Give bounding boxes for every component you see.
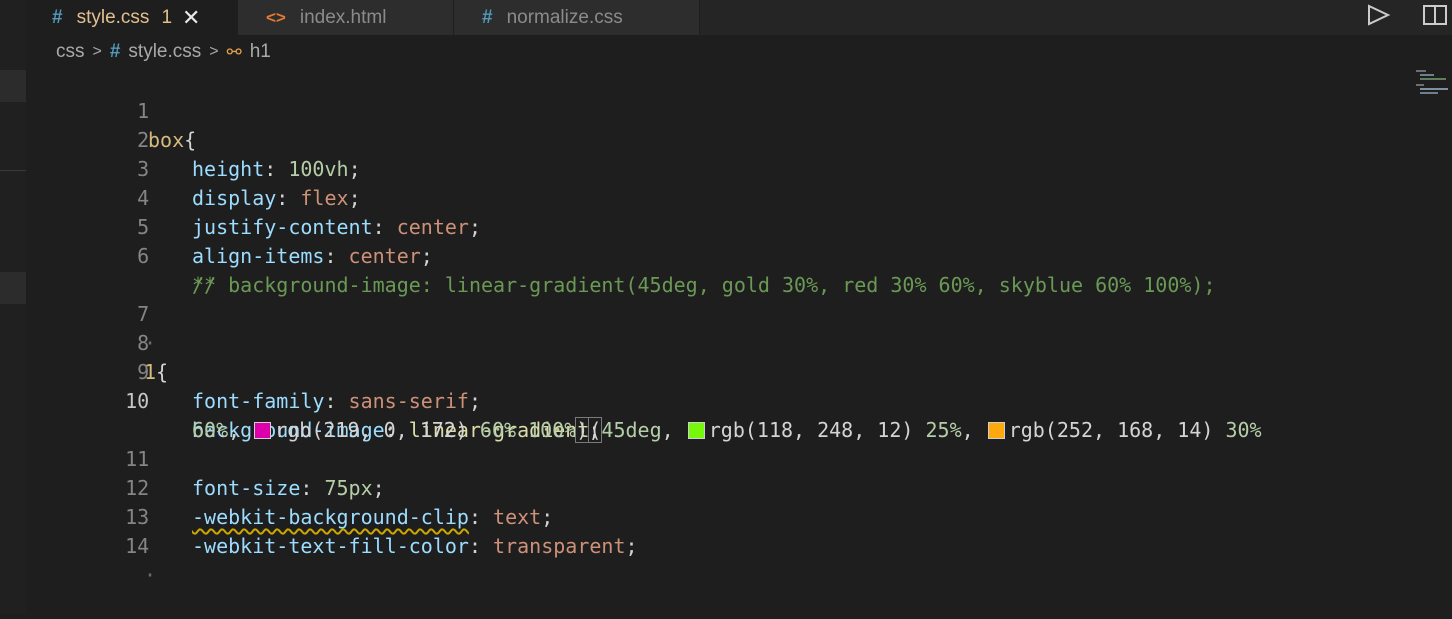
css-file-icon: # — [52, 6, 63, 28]
whitespace-dot: · — [144, 563, 157, 587]
html-file-icon: <> — [266, 7, 286, 27]
code-editor[interactable]: 1 box{ 2 height: 100vh; 3 display: flex;… — [26, 68, 1412, 613]
css-file-icon: # — [109, 41, 121, 62]
property: font-family — [192, 389, 325, 413]
value: text — [493, 505, 542, 529]
line-number: 2 — [137, 128, 150, 152]
value: sans-serif — [348, 389, 469, 413]
code-line: 2 height: 100vh; — [26, 97, 360, 181]
color-value: rgb(252, 168, 14) — [1008, 418, 1214, 442]
tab-style-css[interactable]: # style.css 1 ✕ — [26, 0, 238, 35]
css-file-icon: # — [482, 6, 493, 28]
line-number: 11 — [125, 447, 150, 471]
code-line: 1 box{ — [26, 68, 196, 152]
color-swatch[interactable] — [987, 422, 1005, 439]
code-line: 6 /* background-image: linear-gradient(4… — [26, 213, 1215, 297]
code-line: 12 -webkit-background-clip: text; — [26, 445, 553, 529]
code-line: 3 display: flex; — [26, 126, 360, 210]
code-line: 14 · — [26, 503, 156, 587]
minimap[interactable] — [1416, 68, 1448, 96]
chevron-right-icon: > — [92, 43, 102, 60]
chevron-right-icon: > — [209, 43, 219, 60]
value: 75px — [324, 476, 373, 500]
line-number: 13 — [125, 505, 150, 529]
property: font-size — [192, 476, 301, 500]
code-line-wrap: */ — [26, 242, 216, 297]
line-number: 5 — [137, 215, 150, 239]
selector: box — [148, 128, 185, 152]
code-line: 4 justify-content: center; — [26, 155, 481, 239]
line-number: 10 — [125, 389, 150, 413]
tab-label: normalize.css — [506, 6, 623, 28]
activity-bar — [0, 0, 26, 613]
property: align-items — [192, 244, 325, 268]
line-number: 6 — [137, 244, 150, 268]
value: transparent — [493, 534, 626, 558]
line-number: 12 — [125, 476, 150, 500]
code-line-current: 10 background-image: linear-gradient(45d… — [26, 358, 1262, 443]
activity-divider — [0, 170, 26, 171]
line-number: 3 — [137, 157, 150, 181]
activity-item-marker[interactable] — [0, 70, 26, 102]
property: justify-content — [192, 215, 373, 239]
color-value: rgb(118, 248, 12) — [708, 418, 914, 442]
value: 100vh — [288, 157, 349, 181]
tab-label: style.css — [76, 6, 150, 28]
split-editor-icon[interactable] — [1422, 0, 1448, 30]
property: -webkit-text-fill-color — [192, 534, 469, 558]
code-line: 11 font-size: 75px; — [26, 416, 385, 500]
line-number: 1 — [137, 99, 150, 123]
breadcrumb-file[interactable]: style.css — [128, 41, 201, 63]
activity-item-marker[interactable] — [0, 272, 26, 304]
code-line: 13 -webkit-text-fill-color: transparent; — [26, 474, 637, 558]
line-number: 14 — [125, 534, 150, 558]
breadcrumb: css > # style.css > ⚯ h1 — [56, 38, 271, 66]
value: center — [348, 244, 421, 268]
color-value: rgb(219, 0, 172) — [275, 418, 468, 442]
close-tab-icon[interactable]: ✕ — [182, 5, 200, 31]
symbol-icon: ⚯ — [226, 41, 242, 62]
tab-label: index.html — [299, 6, 387, 28]
code-line: 8 1{ — [26, 300, 168, 384]
code-line-wrap: 60%, rgb(219, 0, 172) 60% 100%); — [192, 417, 601, 443]
value: center — [396, 215, 469, 239]
code-line: 7 · — [26, 271, 156, 355]
comment-end: */ — [192, 273, 217, 297]
line-number: 4 — [137, 186, 150, 210]
bracket-match: ) — [575, 417, 590, 443]
property: display — [192, 186, 277, 210]
code-line: 9 font-family: sans-serif; — [26, 329, 481, 413]
tab-index-html[interactable]: <> index.html — [238, 0, 454, 35]
property: height — [192, 157, 265, 181]
line-number: 8 — [137, 331, 150, 355]
value: flex — [300, 186, 349, 210]
breadcrumb-symbol[interactable]: h1 — [250, 41, 271, 63]
tab-normalize-css[interactable]: # normalize.css — [454, 0, 700, 35]
brace: { — [184, 128, 197, 152]
brace: { — [156, 360, 169, 384]
property-warning: -webkit-background-clip — [192, 505, 469, 529]
tab-bar: # style.css 1 ✕ <> index.html # normaliz… — [26, 0, 1452, 35]
problems-badge: 1 — [161, 6, 173, 28]
color-swatch[interactable] — [687, 422, 705, 439]
breadcrumb-folder[interactable]: css — [56, 41, 85, 63]
line-number: 9 — [137, 360, 150, 384]
run-icon[interactable] — [1364, 0, 1392, 30]
color-swatch[interactable] — [254, 422, 272, 439]
code-line: 5 align-items: center; — [26, 184, 433, 268]
line-number: 7 — [137, 302, 150, 326]
comment: /* background-image: linear-gradient(45d… — [192, 273, 1216, 297]
